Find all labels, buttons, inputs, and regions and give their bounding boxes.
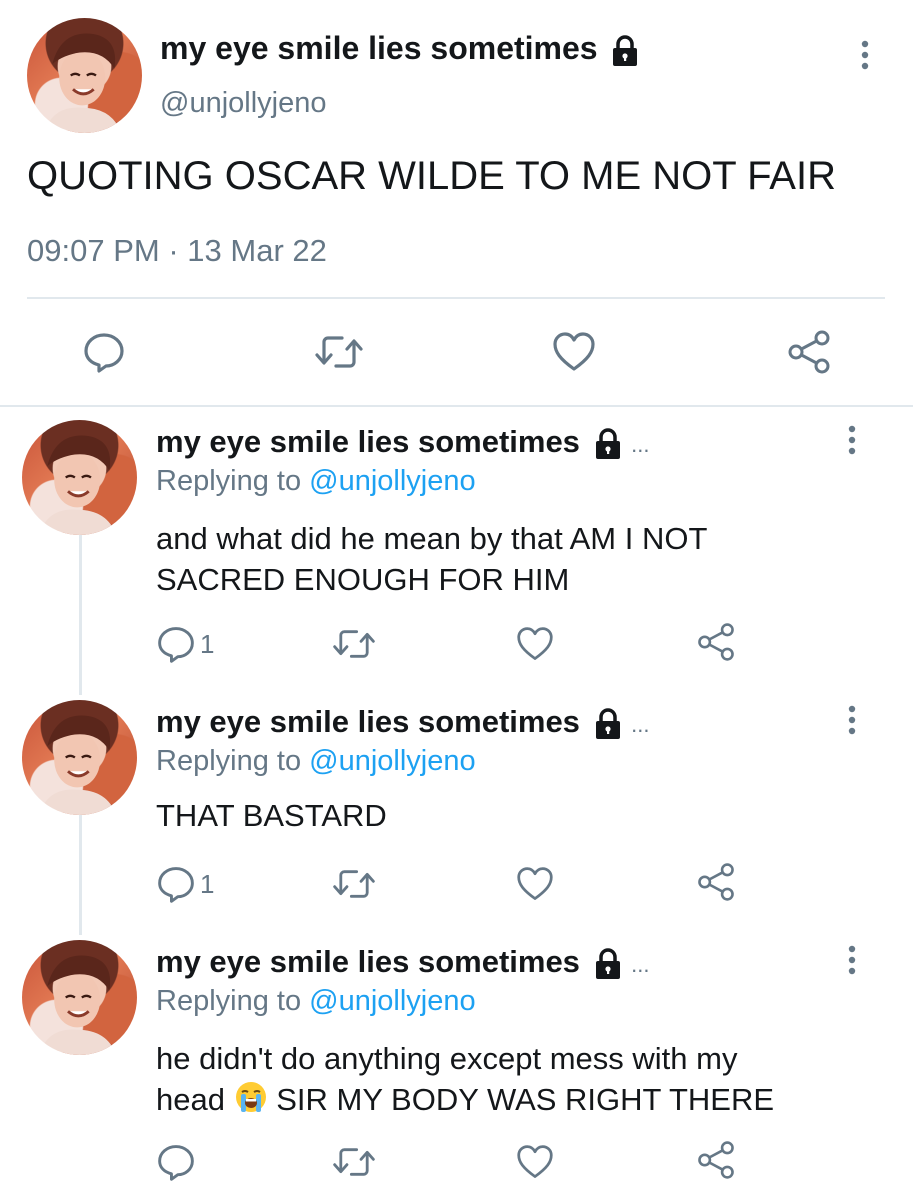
retweet-icon [315,336,363,368]
divider [27,297,885,299]
replying-to: Replying to @unjollyjeno [156,465,476,497]
tweet-text: he didn't do anything except mess with m… [156,1041,775,1117]
avatar[interactable] [22,700,137,815]
thread-line [79,535,82,695]
share-icon [698,1141,734,1179]
avatar[interactable] [22,420,137,535]
loudly-crying-face-emoji [235,1082,266,1112]
tweet-text: THAT BASTARD [156,798,387,833]
like-icon [517,867,553,900]
avatar-photo [44,33,122,133]
more-vertical-icon[interactable] [857,40,873,72]
like-button[interactable] [552,331,596,373]
section-divider [0,405,913,407]
like-button[interactable] [516,866,554,902]
share-icon [698,623,734,661]
handle[interactable]: @unjollyjeno [160,87,326,120]
reply-count: 1 [200,868,215,899]
share-button[interactable] [696,1140,736,1180]
share-button[interactable] [696,622,736,662]
like-button[interactable] [516,626,554,662]
like-icon [553,332,595,371]
replying-to: Replying to @unjollyjeno [156,745,476,777]
replying-to: Replying to @unjollyjeno [156,985,476,1017]
avatar[interactable] [22,940,137,1055]
lock-icon [595,428,620,459]
tweet-text: QUOTING OSCAR WILDE TO ME NOT FAIR [27,154,836,198]
retweet-icon [333,630,375,658]
display-name[interactable]: my eye smile lies sometimes ... [156,424,650,460]
share-button[interactable] [786,329,832,375]
retweet-button[interactable] [332,1144,376,1180]
reply-icon [158,1145,194,1181]
reply-button[interactable] [156,1142,196,1182]
retweet-button[interactable] [314,332,364,372]
like-button[interactable] [516,1144,554,1180]
reply-button[interactable]: 1 [156,624,214,664]
mention-link[interactable]: @unjollyjeno [309,745,475,777]
reply-icon [158,867,194,903]
like-icon [517,1145,553,1178]
tweet-timestamp[interactable]: 09:07 PM · 13 Mar 22 [27,233,327,269]
mention-link[interactable]: @unjollyjeno [309,465,475,497]
display-name[interactable]: my eye smile lies sometimes ... [156,944,650,980]
ellipsis: ... [631,712,650,737]
avatar-photo [39,955,117,1055]
lock-icon [595,708,620,739]
lock-icon [595,948,620,979]
retweet-icon [333,1148,375,1176]
ellipsis: ... [631,952,650,977]
tweet-text: and what did he mean by that AM I NOT SA… [156,521,708,597]
avatar-photo [39,715,117,815]
more-vertical-icon[interactable] [844,945,860,977]
share-icon [698,863,734,901]
display-name[interactable]: my eye smile lies sometimes ... [156,704,650,740]
retweet-button[interactable] [332,866,376,902]
reply-icon [84,333,124,373]
thread-line [79,815,82,935]
reply-icon [158,627,194,663]
reply-button[interactable] [82,330,126,374]
mention-link[interactable]: @unjollyjeno [309,985,475,1017]
reply-count: 1 [200,628,215,659]
display-name[interactable]: my eye smile lies sometimes [160,30,640,67]
share-icon [788,330,830,374]
ellipsis: ... [631,432,650,457]
avatar[interactable] [27,18,142,133]
like-icon [517,627,553,660]
retweet-icon [333,870,375,898]
more-vertical-icon[interactable] [844,705,860,737]
more-vertical-icon[interactable] [844,425,860,457]
retweet-button[interactable] [332,626,376,662]
avatar-photo [39,435,117,535]
share-button[interactable] [696,862,736,902]
reply-button[interactable]: 1 [156,864,214,904]
lock-icon [613,34,638,66]
